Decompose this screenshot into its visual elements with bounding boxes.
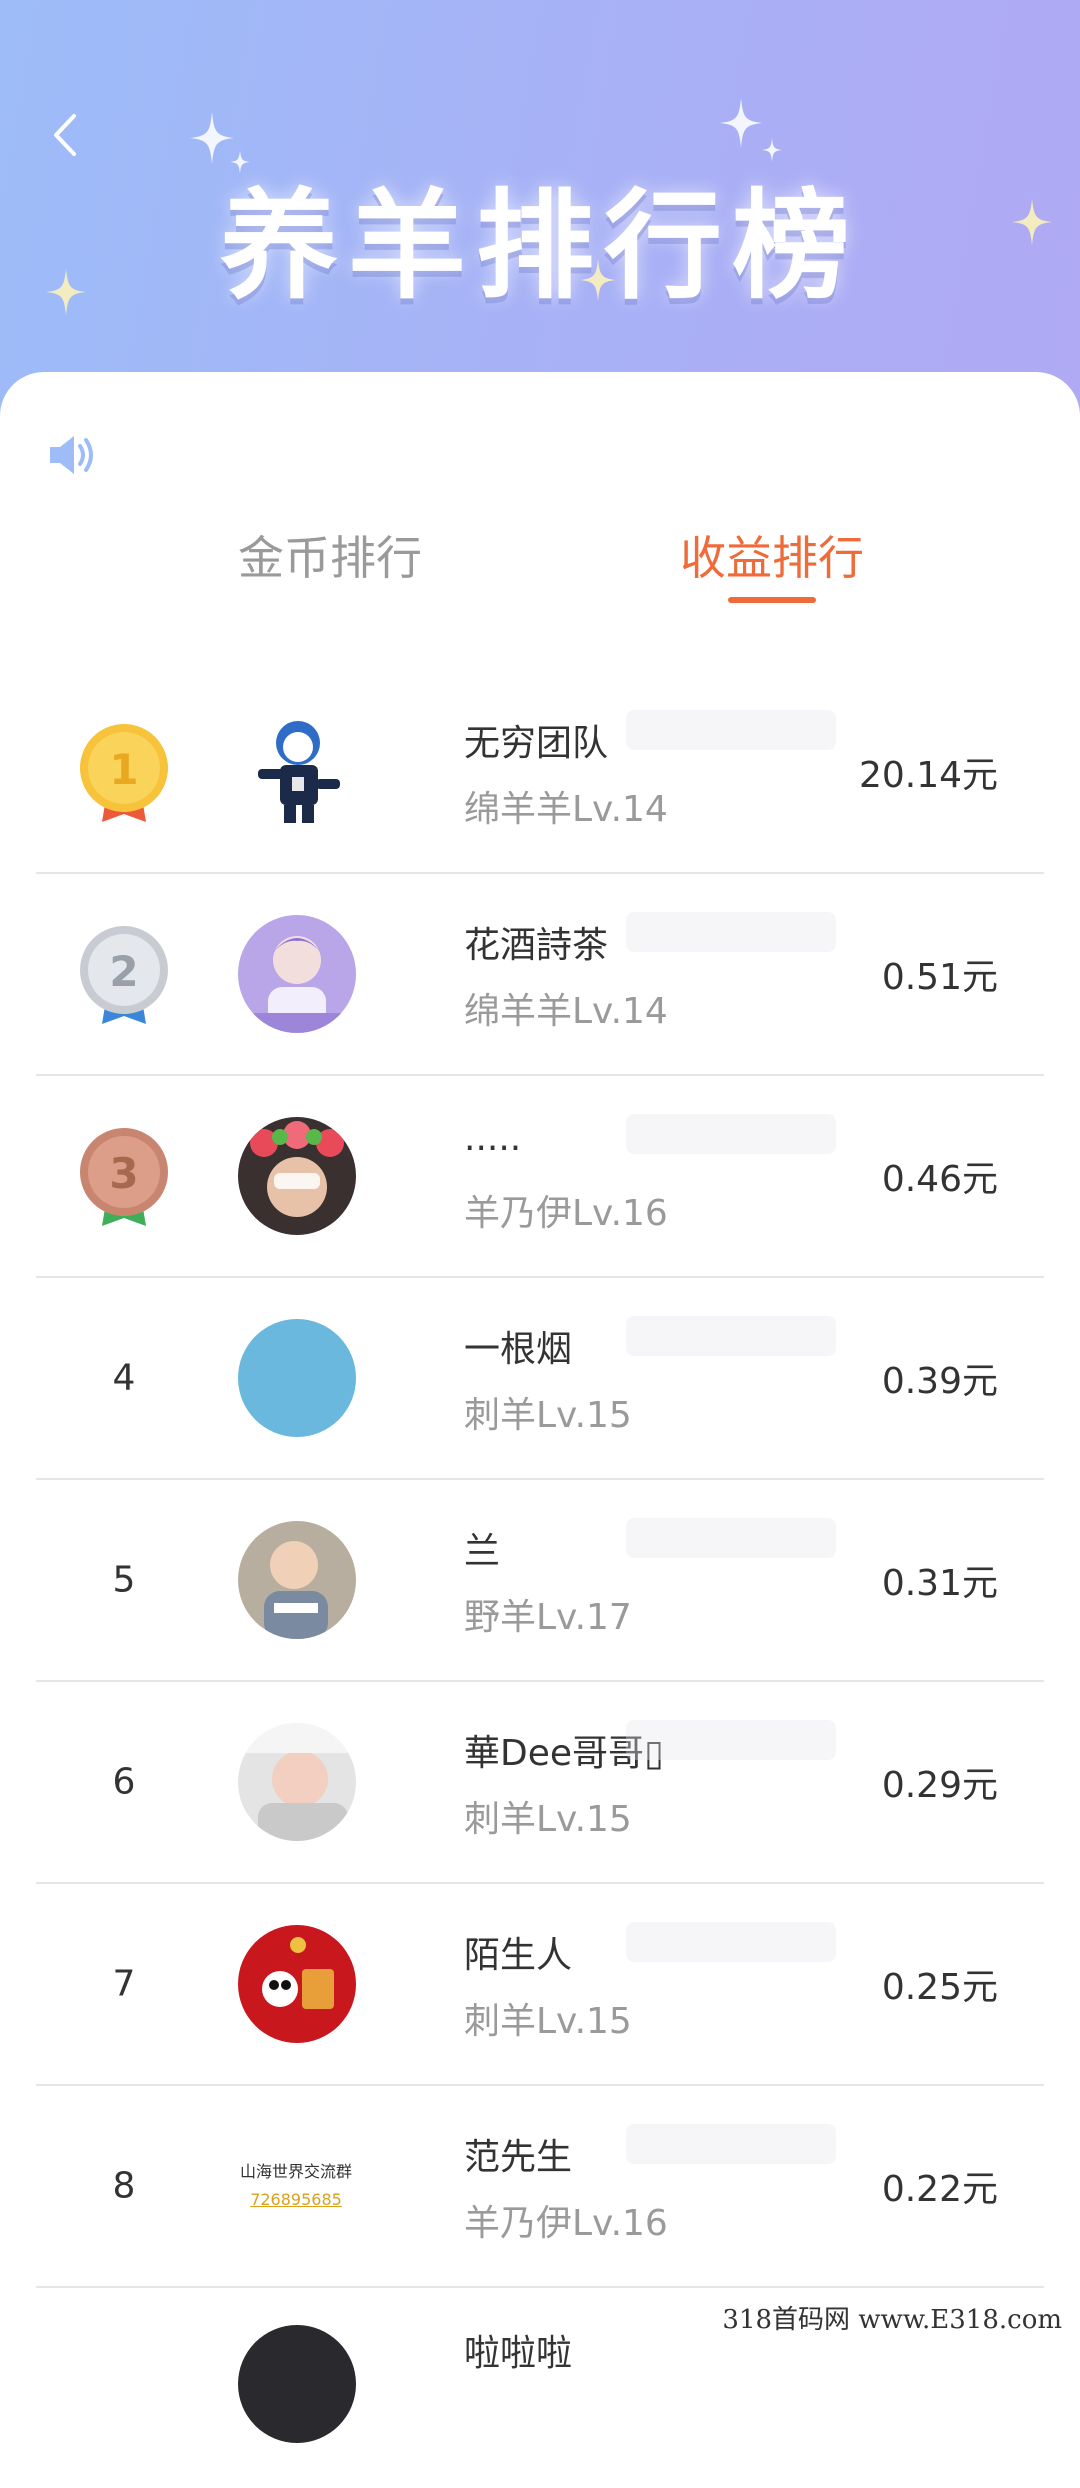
user-name: 兰 [464,1531,501,1572]
list-item[interactable]: 8 山海世界交流群 726895685 范先生 羊乃伊Lv.16 0.22元 [36,2086,1044,2288]
user-level: 刺羊Lv.15 [464,1395,632,1436]
income-amount: 0.31元 [881,1563,998,1604]
income-amount: 0.51元 [881,957,998,998]
user-level: 刺羊Lv.15 [464,1799,632,1840]
income-amount: 0.22元 [881,2169,998,2210]
avatar[interactable] [238,1319,356,1437]
tab-income-ranking[interactable]: 收益排行 [672,522,872,588]
ad-text-overlay: 山海世界交流群 726895685 [206,2158,386,2214]
income-amount: 0.46元 [881,1159,998,1200]
income-amount: 0.25元 [881,1967,998,2008]
list-item[interactable]: 4 一根烟 刺羊Lv.15 0.39元 [36,1278,1044,1480]
user-level: 羊乃伊Lv.16 [464,2203,668,2244]
avatar[interactable] [238,915,356,1033]
user-level: 绵羊羊Lv.14 [464,789,668,830]
header-banner: 养羊排行榜 [0,0,1080,420]
list-item[interactable]: 1 无穷团队 绵羊羊Lv.14 20.14元 [36,672,1044,874]
obscured-text [626,1518,836,1558]
rank-number: 5 [112,1559,136,1601]
user-level: 羊乃伊Lv.16 [464,1193,668,1234]
list-item[interactable]: 7 陌生人 刺羊Lv.15 0.25元 [36,1884,1044,2086]
speaker-icon[interactable] [48,432,98,478]
user-name: 范先生 [464,2137,573,2178]
ad-group-number[interactable]: 726895685 [206,2186,386,2214]
avatar[interactable] [238,1521,356,1639]
page-title: 养羊排行榜 [219,177,860,315]
avatar[interactable] [238,2325,356,2443]
user-name: 一根烟 [464,1329,573,1370]
rank-number: 8 [112,2165,136,2207]
silver-medal-icon: 2 [76,920,172,1028]
obscured-text [626,2124,836,2164]
obscured-text [626,710,836,750]
bronze-medal-icon: 3 [76,1122,172,1230]
tab-coin-ranking[interactable]: 金币排行 [230,522,430,588]
ranking-card: 金币排行 收益排行 1 无穷团队 绵羊羊Lv.14 20.14元 2 花酒詩茶 … [0,372,1080,2443]
obscured-text [626,1316,836,1356]
list-item[interactable]: 2 花酒詩茶 绵羊羊Lv.14 0.51元 [36,874,1044,1076]
user-name: 无穷团队 [464,723,609,764]
user-level: 野羊Lv.17 [464,1597,632,1638]
user-name: 花酒詩茶 [464,925,609,966]
watermark: 318首码网 www.E318.com [714,2300,1070,2340]
rank-number: 6 [112,1761,136,1803]
medal-rank-label: 2 [109,947,138,996]
medal-rank-label: 3 [109,1149,138,1198]
user-name: ..... [464,1118,522,1159]
income-amount: 0.39元 [881,1361,998,1402]
obscured-text [626,1922,836,1962]
list-item[interactable]: 5 兰 野羊Lv.17 0.31元 [36,1480,1044,1682]
income-amount: 0.29元 [881,1765,998,1806]
avatar[interactable] [238,713,356,831]
tab-bar: 金币排行 收益排行 [0,522,1080,632]
rank-number: 7 [112,1963,136,2005]
user-name: 陌生人 [464,1935,573,1976]
obscured-text [626,1114,836,1154]
rank-number: 4 [112,1357,136,1399]
ad-group-name: 山海世界交流群 [239,2162,352,2181]
active-tab-indicator [728,597,816,603]
gold-medal-icon: 1 [76,718,172,826]
user-level: 刺羊Lv.15 [464,2001,632,2042]
obscured-text [626,1720,836,1760]
sparkle-icon [720,98,762,148]
user-level: 绵羊羊Lv.14 [464,991,668,1032]
user-name: 啦啦啦 [464,2333,573,2374]
list-item[interactable]: 6 華Dee哥哥▯ 刺羊Lv.15 0.29元 [36,1682,1044,1884]
medal-rank-label: 1 [109,745,138,794]
obscured-text [626,912,836,952]
avatar[interactable] [238,1723,356,1841]
avatar[interactable] [238,1925,356,2043]
avatar[interactable] [238,1117,356,1235]
list-item[interactable]: 3 ..... 羊乃伊Lv.16 0.46元 [36,1076,1044,1278]
income-amount: 20.14元 [858,755,998,796]
